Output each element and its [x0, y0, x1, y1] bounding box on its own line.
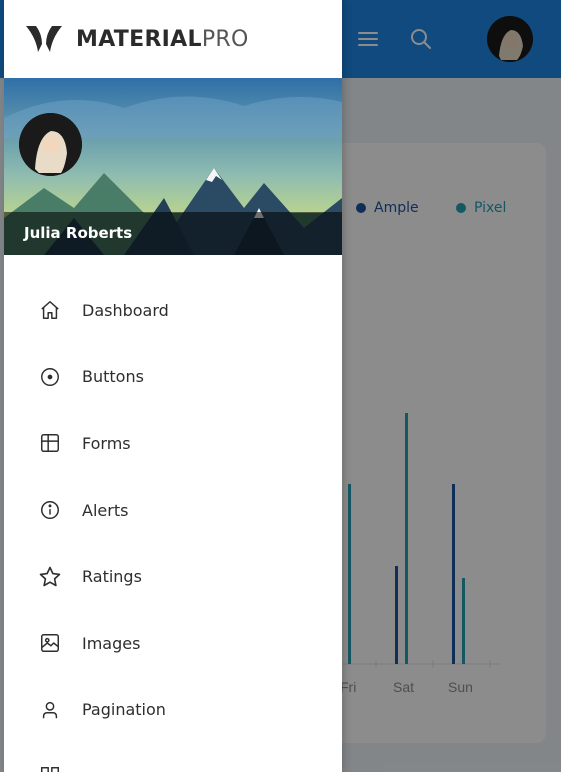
sidebar-item-pagination[interactable]: Pagination	[4, 677, 342, 744]
logo-icon	[26, 26, 62, 52]
sidebar-item-dashboard[interactable]: Dashboard	[4, 277, 342, 344]
sidebar-item-alerts[interactable]: Alerts	[4, 477, 342, 544]
sidebar-item-label: Alerts	[82, 500, 129, 520]
brand-logo[interactable]: MATERIALPRO	[4, 0, 342, 78]
image-icon	[38, 631, 62, 655]
sidebar-item-ratings[interactable]: Ratings	[4, 543, 342, 610]
profile-avatar[interactable]	[19, 113, 82, 176]
sidebar-item-label: Buttons	[82, 367, 144, 387]
profile-banner: Julia Roberts	[4, 78, 342, 255]
sidebar-nav: Dashboard Buttons Forms Alerts Ratings I…	[4, 277, 342, 772]
sidebar-item-label: Images	[82, 633, 141, 653]
sidebar-item-label: Ratings	[82, 567, 142, 587]
home-icon	[38, 298, 62, 322]
sidebar-item-label: Pagination	[82, 700, 166, 720]
grid-icon	[38, 764, 62, 772]
layout-grid-icon	[38, 431, 62, 455]
sidebar-item-images[interactable]: Images	[4, 610, 342, 677]
sidebar-drawer: MATERIALPRO Julia Roberts Dashboard Butt…	[4, 0, 342, 772]
radio-circle-icon	[38, 365, 62, 389]
user-icon	[38, 698, 62, 722]
sidebar-item-forms[interactable]: Forms	[4, 410, 342, 477]
brand-name: MATERIALPRO	[76, 26, 249, 52]
sidebar-item-partial[interactable]	[4, 743, 342, 772]
profile-name[interactable]: Julia Roberts	[4, 212, 342, 255]
sidebar-item-label: Forms	[82, 433, 131, 453]
star-icon	[38, 565, 62, 589]
info-circle-icon	[38, 498, 62, 522]
sidebar-item-label: Dashboard	[82, 300, 169, 320]
sidebar-item-buttons[interactable]: Buttons	[4, 344, 342, 411]
